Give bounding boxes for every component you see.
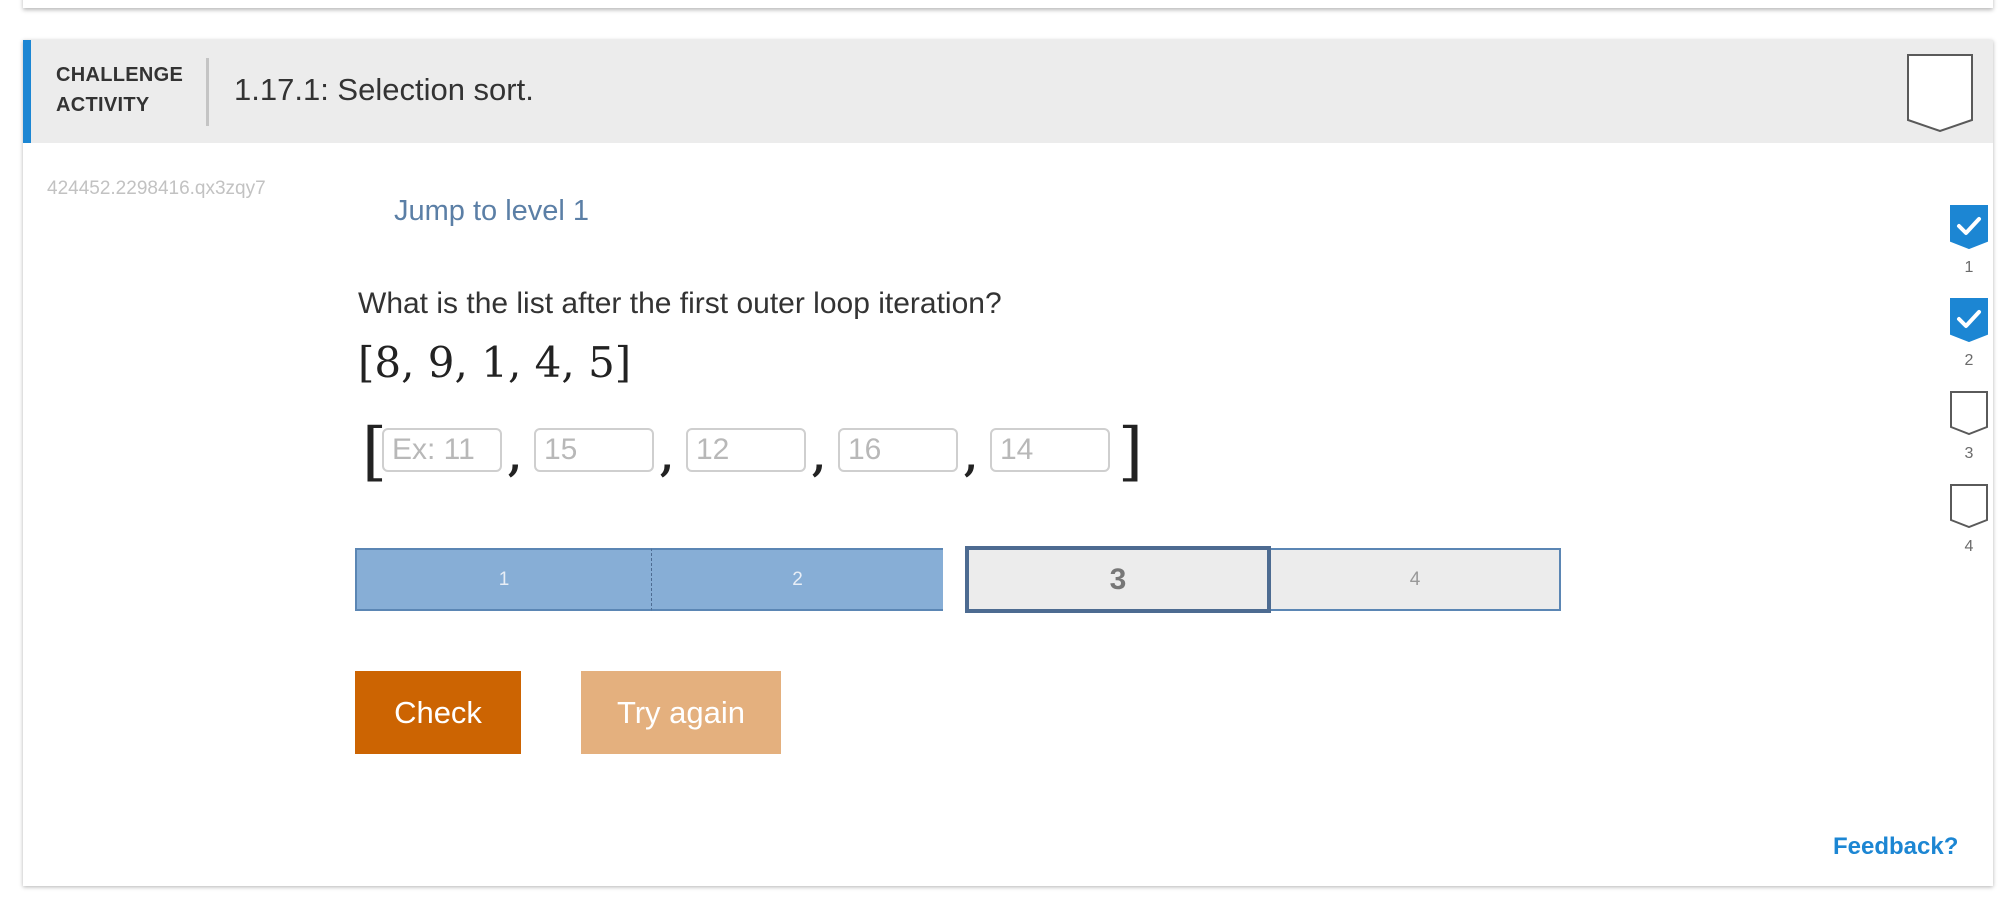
side-level-2[interactable]: 2 [1947, 298, 1991, 392]
side-level-number: 1 [1964, 259, 1974, 276]
answer-input-5[interactable] [990, 428, 1110, 472]
side-level-number: 4 [1964, 538, 1974, 555]
answer-input-2[interactable] [534, 428, 654, 472]
given-list: [8, 9, 1, 4, 5] [358, 338, 632, 387]
level-segment-3[interactable]: 3 [965, 546, 1271, 613]
answer-input-3[interactable] [686, 428, 806, 472]
level-segment-2[interactable]: 2 [652, 548, 943, 611]
answer-input-1[interactable] [382, 428, 502, 472]
side-level-number: 3 [1964, 445, 1974, 462]
side-level-1[interactable]: 1 [1947, 205, 1991, 299]
incomplete-badge-icon [1950, 484, 1988, 528]
level-segment-4[interactable]: 4 [1269, 548, 1561, 611]
comma-separator: , [812, 434, 826, 481]
header-accent-bar [23, 40, 31, 143]
comma-separator: , [508, 434, 522, 481]
close-bracket: ] [1118, 415, 1143, 489]
activity-header: CHALLENGE ACTIVITY 1.17.1: Selection sor… [23, 40, 1993, 143]
comma-separator: , [964, 434, 978, 481]
completion-badge-icon [1907, 54, 1973, 133]
check-button[interactable]: Check [355, 671, 521, 754]
activity-type-line2: ACTIVITY [56, 94, 150, 116]
level-label: 4 [1409, 568, 1421, 590]
activity-type-label: CHALLENGE ACTIVITY [56, 60, 196, 120]
previous-card-edge [23, 0, 1993, 8]
level-progress-bar: 1 2 3 4 [355, 546, 1561, 613]
try-again-button[interactable]: Try again [581, 671, 781, 754]
jump-to-level-link[interactable]: Jump to level 1 [394, 195, 589, 228]
completed-check-icon [1950, 205, 1988, 249]
incomplete-badge-icon [1950, 391, 1988, 435]
level-label: 3 [1109, 562, 1127, 596]
completed-check-icon [1950, 298, 1988, 342]
side-level-3[interactable]: 3 [1947, 391, 1991, 485]
side-level-4[interactable]: 4 [1947, 484, 1991, 578]
level-segment-1[interactable]: 1 [355, 548, 652, 611]
comma-separator: , [660, 434, 674, 481]
question-prompt: What is the list after the first outer l… [358, 287, 1002, 320]
feedback-link[interactable]: Feedback? [1833, 833, 1958, 861]
activity-title: 1.17.1: Selection sort. [234, 72, 534, 107]
level-label: 1 [498, 568, 510, 590]
answer-row: [ , , , , ] [358, 420, 1143, 492]
activity-id: 424452.2298416.qx3zqy7 [47, 178, 266, 199]
level-label: 2 [792, 568, 803, 590]
side-level-number: 2 [1964, 352, 1974, 369]
header-divider [206, 58, 209, 126]
answer-input-4[interactable] [838, 428, 958, 472]
activity-type-line1: CHALLENGE [56, 64, 184, 86]
